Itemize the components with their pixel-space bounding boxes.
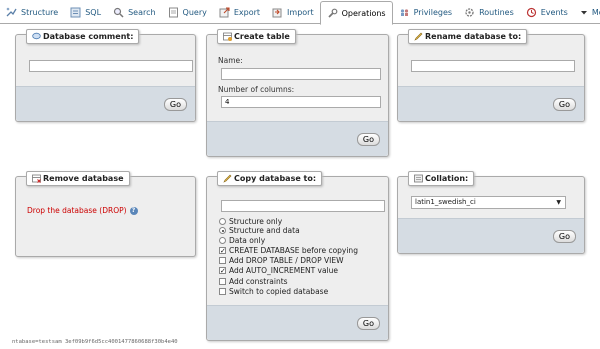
table-name-input[interactable]	[221, 68, 381, 80]
tab-label: Routines	[479, 8, 514, 17]
tab-routines[interactable]: Routines	[458, 1, 520, 24]
copy-database-footer: Go	[207, 305, 388, 340]
collation-go-button[interactable]: Go	[552, 230, 576, 243]
data-only-radio[interactable]: Data only	[219, 236, 265, 245]
database-comment-legend: Database comment:	[26, 29, 140, 44]
radio-circle[interactable]	[219, 237, 226, 244]
remove-database-legend: Remove database	[26, 171, 130, 186]
copy-database-go-button[interactable]: Go	[356, 317, 380, 330]
tab-export[interactable]: Export	[213, 1, 266, 24]
create-table-legend: Create table	[217, 29, 296, 44]
structure-and-data-radio[interactable]: Structure and data	[219, 226, 300, 235]
database-delete-icon	[32, 174, 41, 183]
database-comment-input[interactable]	[29, 60, 193, 72]
tab-more[interactable]: More	[574, 1, 600, 24]
sql-icon	[70, 7, 81, 18]
checkbox-box[interactable]	[219, 257, 226, 264]
help-icon[interactable]: ?	[129, 206, 138, 215]
tab-label: Events	[540, 8, 568, 17]
rename-database-go-button[interactable]: Go	[552, 98, 576, 111]
tab-label: Structure	[21, 8, 59, 17]
collation-panel: Collation: latin1_swedish_ci ▼ Go	[397, 171, 585, 254]
add-constraints-checkbox[interactable]: Add constraints	[219, 277, 288, 286]
tab-label: SQL	[85, 8, 102, 17]
tab-events[interactable]: Events	[520, 1, 574, 24]
tab-label: Import	[287, 8, 314, 17]
edit-icon	[223, 174, 232, 183]
tab-label: Query	[182, 8, 207, 17]
remove-database-panel: Remove database Drop the database (DROP)…	[15, 171, 196, 257]
structure-icon	[6, 7, 17, 18]
create-table-go-button[interactable]: Go	[356, 133, 380, 146]
tab-label: Operations	[341, 8, 386, 18]
import-icon	[272, 7, 283, 18]
switch-to-copied-checkbox[interactable]: Switch to copied database	[219, 287, 328, 296]
export-icon	[219, 7, 230, 18]
edit-icon	[414, 32, 423, 41]
add-auto-increment-checkbox[interactable]: ✓ Add AUTO_INCREMENT value	[219, 266, 338, 275]
comment-icon	[32, 32, 41, 41]
radio-circle[interactable]	[219, 218, 226, 225]
wrench-icon	[327, 8, 338, 19]
rename-database-panel: Rename database to: Go	[397, 29, 585, 122]
table-add-icon	[223, 32, 232, 41]
privileges-icon	[399, 7, 410, 18]
rename-database-footer: Go	[398, 86, 584, 121]
number-of-columns-input[interactable]	[221, 96, 381, 108]
collation-select[interactable]: latin1_swedish_ci ▼	[411, 196, 566, 209]
database-comment-panel: Database comment: Go	[15, 29, 196, 122]
tab-label: Export	[233, 8, 261, 17]
chevron-down-icon	[580, 7, 588, 18]
add-drop-table-checkbox[interactable]: Add DROP TABLE / DROP VIEW	[219, 256, 343, 265]
status-text: ntabase=testsam 3ef09b9f6d5cc40014778606…	[12, 339, 178, 345]
query-icon	[168, 7, 179, 18]
tab-search[interactable]: Search	[107, 1, 161, 24]
database-comment-go-button[interactable]: Go	[163, 98, 187, 111]
copy-database-input[interactable]	[221, 200, 385, 212]
create-table-footer: Go	[207, 121, 388, 156]
database-comment-footer: Go	[16, 86, 195, 121]
copy-database-legend: Copy database to:	[217, 171, 323, 186]
structure-only-radio[interactable]: Structure only	[219, 217, 282, 226]
drop-database-link[interactable]: Drop the database (DROP) ?	[27, 206, 138, 215]
checkbox-box[interactable]: ✓	[219, 267, 226, 275]
rename-database-input[interactable]	[411, 60, 575, 72]
tab-query[interactable]: Query	[162, 1, 213, 24]
checkbox-box[interactable]: ✓	[219, 247, 226, 255]
tab-operations[interactable]: Operations	[319, 1, 393, 25]
collation-legend: Collation:	[408, 171, 475, 186]
routines-icon	[464, 7, 475, 18]
events-icon	[526, 7, 537, 18]
collation-icon	[414, 174, 423, 183]
create-database-checkbox[interactable]: ✓ CREATE DATABASE before copying	[219, 246, 358, 255]
tab-label: Privileges	[413, 8, 453, 17]
search-icon	[113, 7, 124, 18]
tab-label: Search	[128, 8, 156, 17]
create-table-panel: Create table Name: Number of columns: Go	[206, 29, 389, 157]
tab-sql[interactable]: SQL	[64, 1, 107, 24]
number-of-columns-label: Number of columns:	[218, 85, 295, 94]
checkbox-box[interactable]	[219, 278, 226, 285]
rename-database-legend: Rename database to:	[408, 29, 528, 44]
tab-privileges[interactable]: Privileges	[393, 1, 458, 24]
chevron-down-icon: ▼	[556, 199, 561, 206]
tab-bar: Structure SQL Search Query Export Import	[0, 0, 600, 25]
tab-label: More	[591, 8, 600, 17]
checkbox-box[interactable]	[219, 288, 226, 295]
table-name-label: Name:	[218, 56, 243, 65]
collation-footer: Go	[398, 218, 584, 253]
tab-import[interactable]: Import	[266, 1, 320, 24]
copy-database-panel: Copy database to: Structure only Structu…	[206, 171, 389, 341]
tab-structure[interactable]: Structure	[0, 1, 64, 24]
radio-circle[interactable]	[219, 227, 226, 234]
